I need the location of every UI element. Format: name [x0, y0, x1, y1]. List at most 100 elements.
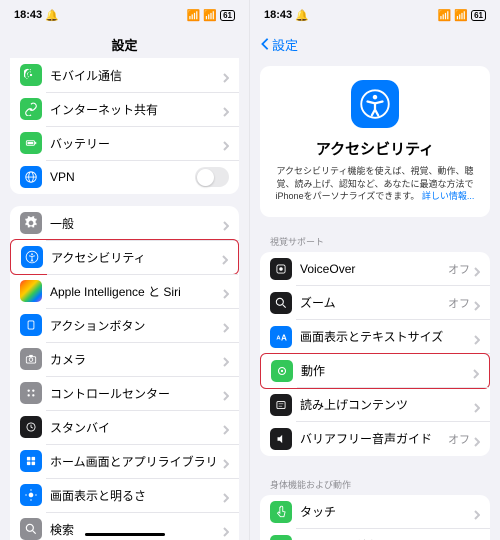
back-label: 設定 — [272, 35, 298, 54]
signal-icon: 📶 — [187, 9, 201, 22]
chevron-right-icon — [223, 490, 229, 500]
hero-description: アクセシビリティ機能を使えば、視覚、動作、聴覚、読み上げ、認知など、あなたに最適… — [272, 165, 478, 203]
accessibility-content[interactable]: アクセシビリティ アクセシビリティ機能を使えば、視覚、動作、聴覚、読み上げ、認知… — [250, 58, 500, 540]
home-screen-icon — [20, 450, 42, 472]
hero-card: アクセシビリティ アクセシビリティ機能を使えば、視覚、動作、聴覚、読み上げ、認知… — [260, 66, 490, 217]
row-label: アクションボタン — [50, 317, 223, 334]
standby-icon — [20, 416, 42, 438]
row-label: 動作 — [301, 362, 473, 379]
row-label: ホーム画面とアプリライブラリ — [50, 453, 223, 470]
chevron-right-icon — [223, 388, 229, 398]
row-label: カメラ — [50, 351, 223, 368]
chevron-right-icon — [474, 332, 480, 342]
row-label: VoiceOver — [300, 262, 448, 276]
row-label: スタンバイ — [50, 419, 223, 436]
row-intelligence[interactable]: Apple Intelligence と Siri — [10, 274, 239, 308]
row-label: インターネット共有 — [50, 101, 223, 118]
chevron-right-icon — [474, 434, 480, 444]
row-label: 画面表示とテキストサイズ — [300, 328, 474, 345]
accessibility-hero-icon — [351, 80, 399, 128]
chevron-right-icon — [223, 70, 229, 80]
row-accessibility[interactable]: アクセシビリティ — [10, 239, 239, 275]
antenna-icon — [20, 64, 42, 86]
chevron-right-icon — [474, 400, 480, 410]
siri-icon — [20, 280, 42, 302]
camera-icon — [20, 348, 42, 370]
status-time: 18:43 — [14, 9, 42, 21]
row-mobile[interactable]: モバイル通信 — [10, 58, 239, 92]
chevron-right-icon — [223, 320, 229, 330]
chevron-right-icon — [223, 218, 229, 228]
control-center-icon — [20, 382, 42, 404]
status-bar: 18:43 🔔 📶 📶 61 — [250, 0, 500, 30]
row-value: オフ — [448, 261, 470, 277]
chevron-right-icon — [223, 354, 229, 364]
row-hotspot[interactable]: インターネット共有 — [10, 92, 239, 126]
nav-bar-left: 設定 — [0, 30, 249, 58]
row-voiceover[interactable]: VoiceOver オフ — [260, 252, 490, 286]
row-battery[interactable]: バッテリー — [10, 126, 239, 160]
chevron-right-icon — [223, 104, 229, 114]
nav-bar-right: 設定 — [250, 30, 500, 58]
row-vpn[interactable]: VPN — [10, 160, 239, 194]
battery-icon: 61 — [220, 10, 235, 21]
row-zoom[interactable]: ズーム オフ — [260, 286, 490, 320]
brightness-icon — [20, 484, 42, 506]
page-title: 設定 — [0, 35, 249, 54]
text-size-icon: AA — [270, 326, 292, 348]
home-indicator[interactable] — [85, 533, 165, 536]
hero-title: アクセシビリティ — [272, 138, 478, 159]
row-value: オフ — [448, 295, 470, 311]
row-label: Apple Intelligence と Siri — [50, 283, 223, 300]
learn-more-link[interactable]: 詳しい情報... — [422, 191, 475, 201]
status-time: 18:43 — [264, 9, 292, 21]
svg-text:A: A — [281, 333, 287, 342]
row-audio-desc[interactable]: バリアフリー音声ガイド オフ — [260, 422, 490, 456]
section-vision-header: 視覚サポート — [250, 225, 500, 252]
row-touch[interactable]: タッチ — [260, 495, 490, 529]
chevron-right-icon — [223, 456, 229, 466]
row-display[interactable]: 画面表示と明るさ — [10, 478, 239, 512]
chevron-right-icon — [474, 264, 480, 274]
touch-icon — [270, 501, 292, 523]
settings-screen: 18:43 🔔 📶 📶 61 設定 モバイル通信 インターネット共有 — [0, 0, 250, 540]
row-home[interactable]: ホーム画面とアプリライブラリ — [10, 444, 239, 478]
row-label: コントロールセンター — [50, 385, 223, 402]
dnd-icon: 🔔 — [45, 9, 59, 22]
row-standby[interactable]: スタンバイ — [10, 410, 239, 444]
battery-icon — [20, 132, 42, 154]
row-spoken[interactable]: 読み上げコンテンツ — [260, 388, 490, 422]
faceid-icon — [270, 535, 292, 540]
row-motion[interactable]: 動作 — [260, 353, 490, 389]
link-icon — [20, 98, 42, 120]
zoom-icon — [270, 292, 292, 314]
row-control[interactable]: コントロールセンター — [10, 376, 239, 410]
row-label: 画面表示と明るさ — [50, 487, 223, 504]
audio-description-icon — [270, 428, 292, 450]
motion-icon — [271, 360, 293, 382]
row-value: オフ — [448, 431, 470, 447]
dnd-icon: 🔔 — [295, 9, 309, 22]
back-button[interactable]: 設定 — [260, 35, 298, 54]
settings-list[interactable]: モバイル通信 インターネット共有 バッテリー VPN 一般 — [0, 58, 249, 540]
row-faceid[interactable]: Face ID と注視 — [260, 529, 490, 540]
row-label: バッテリー — [50, 135, 223, 152]
battery-icon: 61 — [471, 10, 486, 21]
gear-icon — [20, 212, 42, 234]
row-label: タッチ — [300, 503, 474, 520]
action-button-icon — [20, 314, 42, 336]
chevron-right-icon — [473, 366, 479, 376]
row-action[interactable]: アクションボタン — [10, 308, 239, 342]
vpn-toggle[interactable] — [195, 167, 229, 187]
row-general[interactable]: 一般 — [10, 206, 239, 240]
chevron-right-icon — [223, 286, 229, 296]
row-display-text[interactable]: AA 画面表示とテキストサイズ — [260, 320, 490, 354]
accessibility-screen: 18:43 🔔 📶 📶 61 設定 アクセシビリティ アクセシビリティ機能を使え… — [250, 0, 500, 540]
row-label: 読み上げコンテンツ — [300, 396, 474, 413]
accessibility-icon — [21, 246, 43, 268]
row-label: バリアフリー音声ガイド — [300, 430, 448, 447]
section-motor-header: 身体機能および動作 — [250, 468, 500, 495]
row-camera[interactable]: カメラ — [10, 342, 239, 376]
vpn-icon — [20, 166, 42, 188]
row-label: アクセシビリティ — [51, 249, 222, 266]
